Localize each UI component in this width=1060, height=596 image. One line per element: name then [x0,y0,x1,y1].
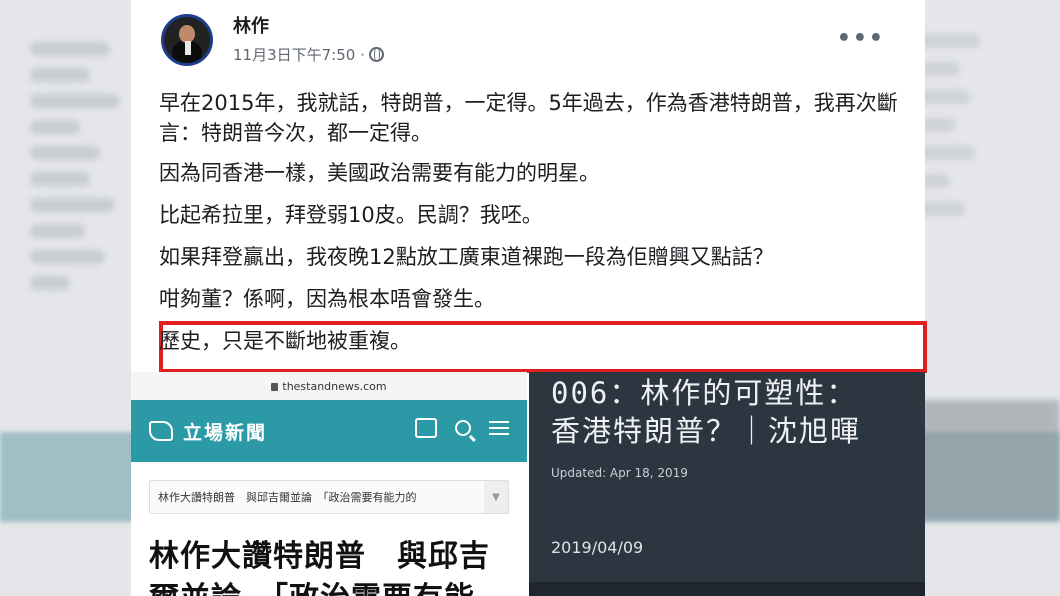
browser-url-bar: thestandnews.com [131,372,527,400]
calendar-icon [415,418,437,438]
nav-icons [415,418,509,438]
more-options-icon[interactable]: ••• [837,26,885,51]
post-paragraph: 歷史，只是不斷地被重複。 [159,329,411,353]
brand-logo-icon [149,421,173,441]
article-title: 006：林作的可塑性： 香港特朗普？｜沈旭暉 [551,374,861,450]
site-brand: 立場新聞 [183,421,268,444]
updated-label: Updated: Apr 18, 2019 [551,466,688,480]
globe-icon[interactable] [368,47,384,62]
title-line: 006：林作的可塑性： [551,376,858,410]
url-text: thestandnews.com [282,379,387,393]
headline-line: 爾並論 「政治需要有能 [149,578,527,596]
post-meta: 11月3日下午7:50 · [233,44,384,65]
blurred-left-content [30,30,130,410]
title-line: 香港特朗普？｜沈旭暉 [551,414,862,448]
breadcrumb-text: 林作大讚特朗普 與邱吉爾並論 「政治需要有能力的 [158,491,417,504]
blurred-right-block [920,400,1060,520]
post-paragraph: 早在2015年，我就話，特朗普，一定得。5年過去，作為香港特朗普，我再次斷言：特… [159,91,898,145]
post-paragraph: 咁夠董？係啊，因為根本唔會發生。 [159,287,495,311]
facebook-post: 林作 11月3日下午7:50 · ••• 早在2015年，我就話，特朗普，一定得… [131,0,927,596]
post-timestamp[interactable]: 11月3日下午7:50 · [233,44,365,65]
site-navbar: 立場新聞 [131,400,527,462]
attached-image-article[interactable]: 006：林作的可塑性： 香港特朗普？｜沈旭暉 Updated: Apr 18, … [529,372,925,596]
highlighted-paragraph: 如果拜登贏出，我夜晚12點放工廣東道裸跑一段為佢贈興又點話？ [159,245,774,269]
search-icon [455,420,471,436]
avatar-tie [185,41,191,55]
article-breadcrumb: 林作大讚特朗普 與邱吉爾並論 「政治需要有能力的 ▼ [149,480,509,514]
lock-icon [271,383,279,391]
chevron-down-icon: ▼ [484,481,508,513]
article-date: 2019/04/09 [551,538,644,557]
post-paragraph: 比起希拉里，拜登弱10皮。民調？我呸。 [159,203,543,227]
article-headline: 林作大讚特朗普 與邱吉 爾並論 「政治需要有能 [149,536,527,596]
attached-image-standnews[interactable]: thestandnews.com 立場新聞 林作大讚特朗普 與邱吉爾並論 「政治… [131,372,527,596]
post-paragraph: 因為同香港一樣，美國政治需要有能力的明星。 [159,161,600,185]
headline-line: 林作大讚特朗普 與邱吉 [149,539,490,574]
author-avatar[interactable] [161,14,213,66]
author-name[interactable]: 林作 [233,12,269,38]
menu-icon [489,421,509,435]
bottom-strip [529,582,925,596]
